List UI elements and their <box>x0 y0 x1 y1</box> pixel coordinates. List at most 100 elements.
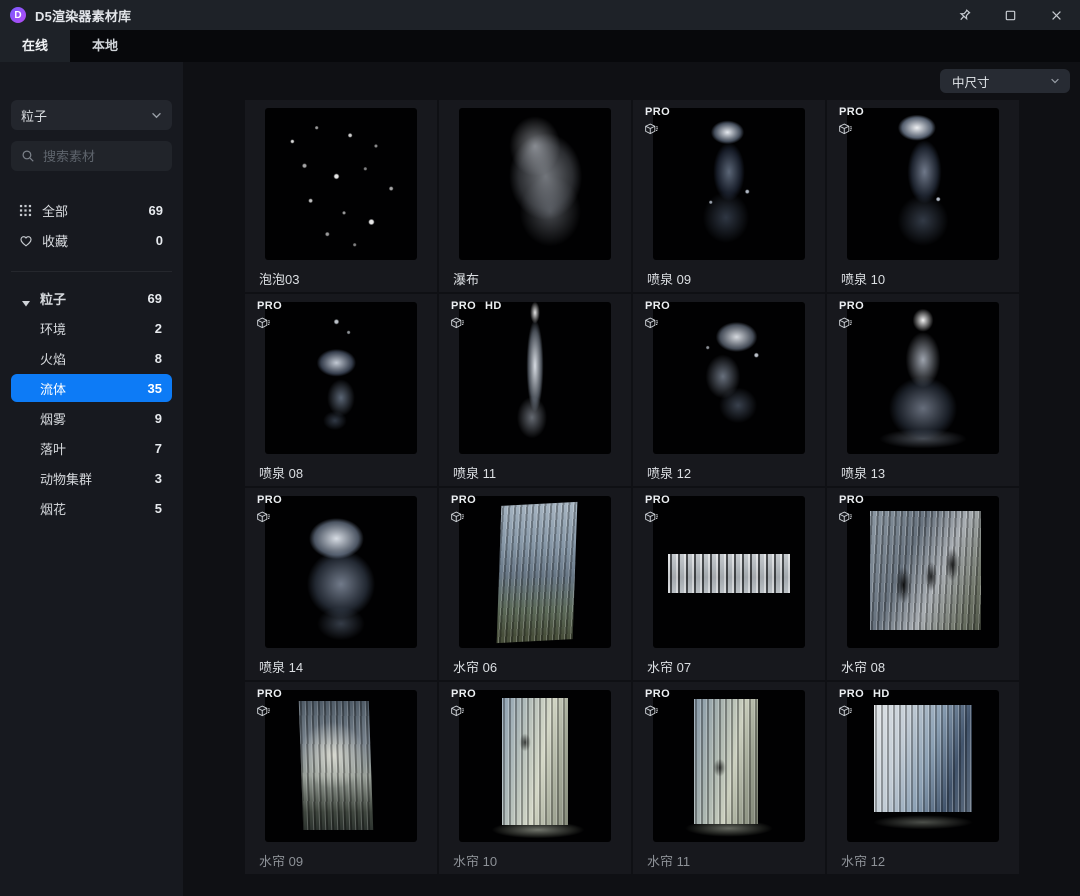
tab-online[interactable]: 在线 <box>0 30 70 62</box>
content-area: 中尺寸 泡泡03 瀑布 PRO 喷泉 09 <box>183 62 1080 896</box>
badge-pro: PRO <box>645 494 670 506</box>
asset-thumbnail <box>459 690 611 842</box>
chevron-down-icon <box>1050 78 1060 84</box>
badge-hd: HD <box>485 300 502 312</box>
asset-card[interactable]: PRO 水帘 11 <box>633 682 825 874</box>
asset-card[interactable]: PRO 喷泉 14 <box>245 488 437 680</box>
asset-badges: PROHD <box>839 688 890 700</box>
asset-title: 水帘 08 <box>841 657 1019 676</box>
model-cube-icon <box>644 704 659 719</box>
size-dropdown[interactable]: 中尺寸 <box>940 69 1070 93</box>
sidebar: 粒子 全部 69 <box>0 62 183 896</box>
asset-card[interactable]: PRO 喷泉 08 <box>245 294 437 486</box>
model-cube-icon <box>256 704 271 719</box>
item-count: 3 <box>155 471 162 486</box>
asset-card[interactable]: PRO 水帘 09 <box>245 682 437 874</box>
quick-filters: 全部 69 收藏 0 <box>0 195 183 255</box>
model-cube-icon <box>838 510 853 525</box>
asset-title: 瀑布 <box>453 269 631 288</box>
chevron-down-icon <box>151 112 162 119</box>
badge-hd: HD <box>873 688 890 700</box>
search-icon <box>21 149 35 163</box>
tab-bar: 在线 本地 <box>0 30 1080 62</box>
asset-card[interactable]: PROHD 喷泉 11 <box>439 294 631 486</box>
tree-item[interactable]: 粒子 69 <box>11 284 172 312</box>
item-count: 69 <box>149 203 163 218</box>
asset-title: 水帘 10 <box>453 851 631 870</box>
tree-item-label: 烟雾 <box>40 409 66 428</box>
model-cube-icon <box>838 704 853 719</box>
sidebar-item-favorites[interactable]: 收藏 0 <box>0 225 183 255</box>
asset-title: 喷泉 12 <box>647 463 825 482</box>
tree-item[interactable]: 烟雾 9 <box>11 404 172 432</box>
asset-thumbnail <box>653 690 805 842</box>
asset-title: 喷泉 09 <box>647 269 825 288</box>
heart-icon <box>18 234 33 247</box>
asset-card[interactable]: PRO 喷泉 10 <box>827 100 1019 292</box>
item-count: 35 <box>148 381 162 396</box>
model-cube-icon <box>644 122 659 137</box>
item-count: 69 <box>148 291 162 306</box>
tree-item-label: 流体 <box>40 379 66 398</box>
asset-title: 喷泉 10 <box>841 269 1019 288</box>
grid-icon <box>18 204 33 217</box>
asset-card[interactable]: PROHD 水帘 12 <box>827 682 1019 874</box>
asset-title: 水帘 12 <box>841 851 1019 870</box>
maximize-icon[interactable] <box>1002 7 1018 23</box>
asset-card[interactable]: PRO 水帘 08 <box>827 488 1019 680</box>
item-count: 9 <box>155 411 162 426</box>
tree-item[interactable]: 动物集群 3 <box>11 464 172 492</box>
titlebar: D D5渲染器素材库 <box>0 0 1080 30</box>
pin-icon[interactable] <box>956 7 972 23</box>
asset-badges: PRO <box>257 688 282 700</box>
tree-item[interactable]: 火焰 8 <box>11 344 172 372</box>
tree-item-label: 动物集群 <box>40 469 92 488</box>
item-count: 7 <box>155 441 162 456</box>
sidebar-divider <box>11 271 172 272</box>
asset-badges: PRO <box>257 494 282 506</box>
category-dropdown[interactable]: 粒子 <box>11 100 172 130</box>
asset-badges: PRO <box>645 106 670 118</box>
asset-thumbnail <box>459 302 611 454</box>
badge-pro: PRO <box>451 688 476 700</box>
search-input[interactable] <box>43 149 162 164</box>
asset-thumbnail <box>847 690 999 842</box>
asset-card[interactable]: PRO 喷泉 09 <box>633 100 825 292</box>
badge-pro: PRO <box>257 494 282 506</box>
asset-badges: PRO <box>451 494 476 506</box>
asset-thumbnail <box>653 496 805 648</box>
asset-card[interactable]: 瀑布 <box>439 100 631 292</box>
asset-card[interactable]: 泡泡03 <box>245 100 437 292</box>
asset-title: 喷泉 13 <box>841 463 1019 482</box>
asset-card[interactable]: PRO 喷泉 12 <box>633 294 825 486</box>
model-cube-icon <box>450 510 465 525</box>
tab-local[interactable]: 本地 <box>70 30 140 62</box>
badge-pro: PRO <box>257 688 282 700</box>
badge-pro: PRO <box>839 494 864 506</box>
tree-item[interactable]: 流体 35 <box>11 374 172 402</box>
tree-item[interactable]: 烟花 5 <box>11 494 172 522</box>
asset-card[interactable]: PRO 喷泉 13 <box>827 294 1019 486</box>
tree-item-label: 火焰 <box>40 349 66 368</box>
model-cube-icon <box>838 122 853 137</box>
tree-item[interactable]: 环境 2 <box>11 314 172 342</box>
model-cube-icon <box>450 316 465 331</box>
asset-thumbnail <box>847 496 999 648</box>
asset-badges: PRO <box>839 300 864 312</box>
close-icon[interactable] <box>1048 7 1064 23</box>
model-cube-icon <box>256 316 271 331</box>
asset-title: 喷泉 14 <box>259 657 437 676</box>
category-dropdown-value: 粒子 <box>21 106 47 125</box>
tree-item[interactable]: 落叶 7 <box>11 434 172 462</box>
asset-title: 水帘 07 <box>647 657 825 676</box>
asset-card[interactable]: PRO 水帘 07 <box>633 488 825 680</box>
search-box[interactable] <box>11 141 172 171</box>
badge-pro: PRO <box>645 106 670 118</box>
asset-thumbnail <box>847 108 999 260</box>
sidebar-item-all[interactable]: 全部 69 <box>0 195 183 225</box>
d5-asset-library-window: D D5渲染器素材库 在线 本地 粒子 <box>0 0 1080 896</box>
asset-card[interactable]: PRO 水帘 06 <box>439 488 631 680</box>
asset-card[interactable]: PRO 水帘 10 <box>439 682 631 874</box>
asset-thumbnail <box>459 496 611 648</box>
content-header: 中尺寸 <box>245 62 1080 100</box>
